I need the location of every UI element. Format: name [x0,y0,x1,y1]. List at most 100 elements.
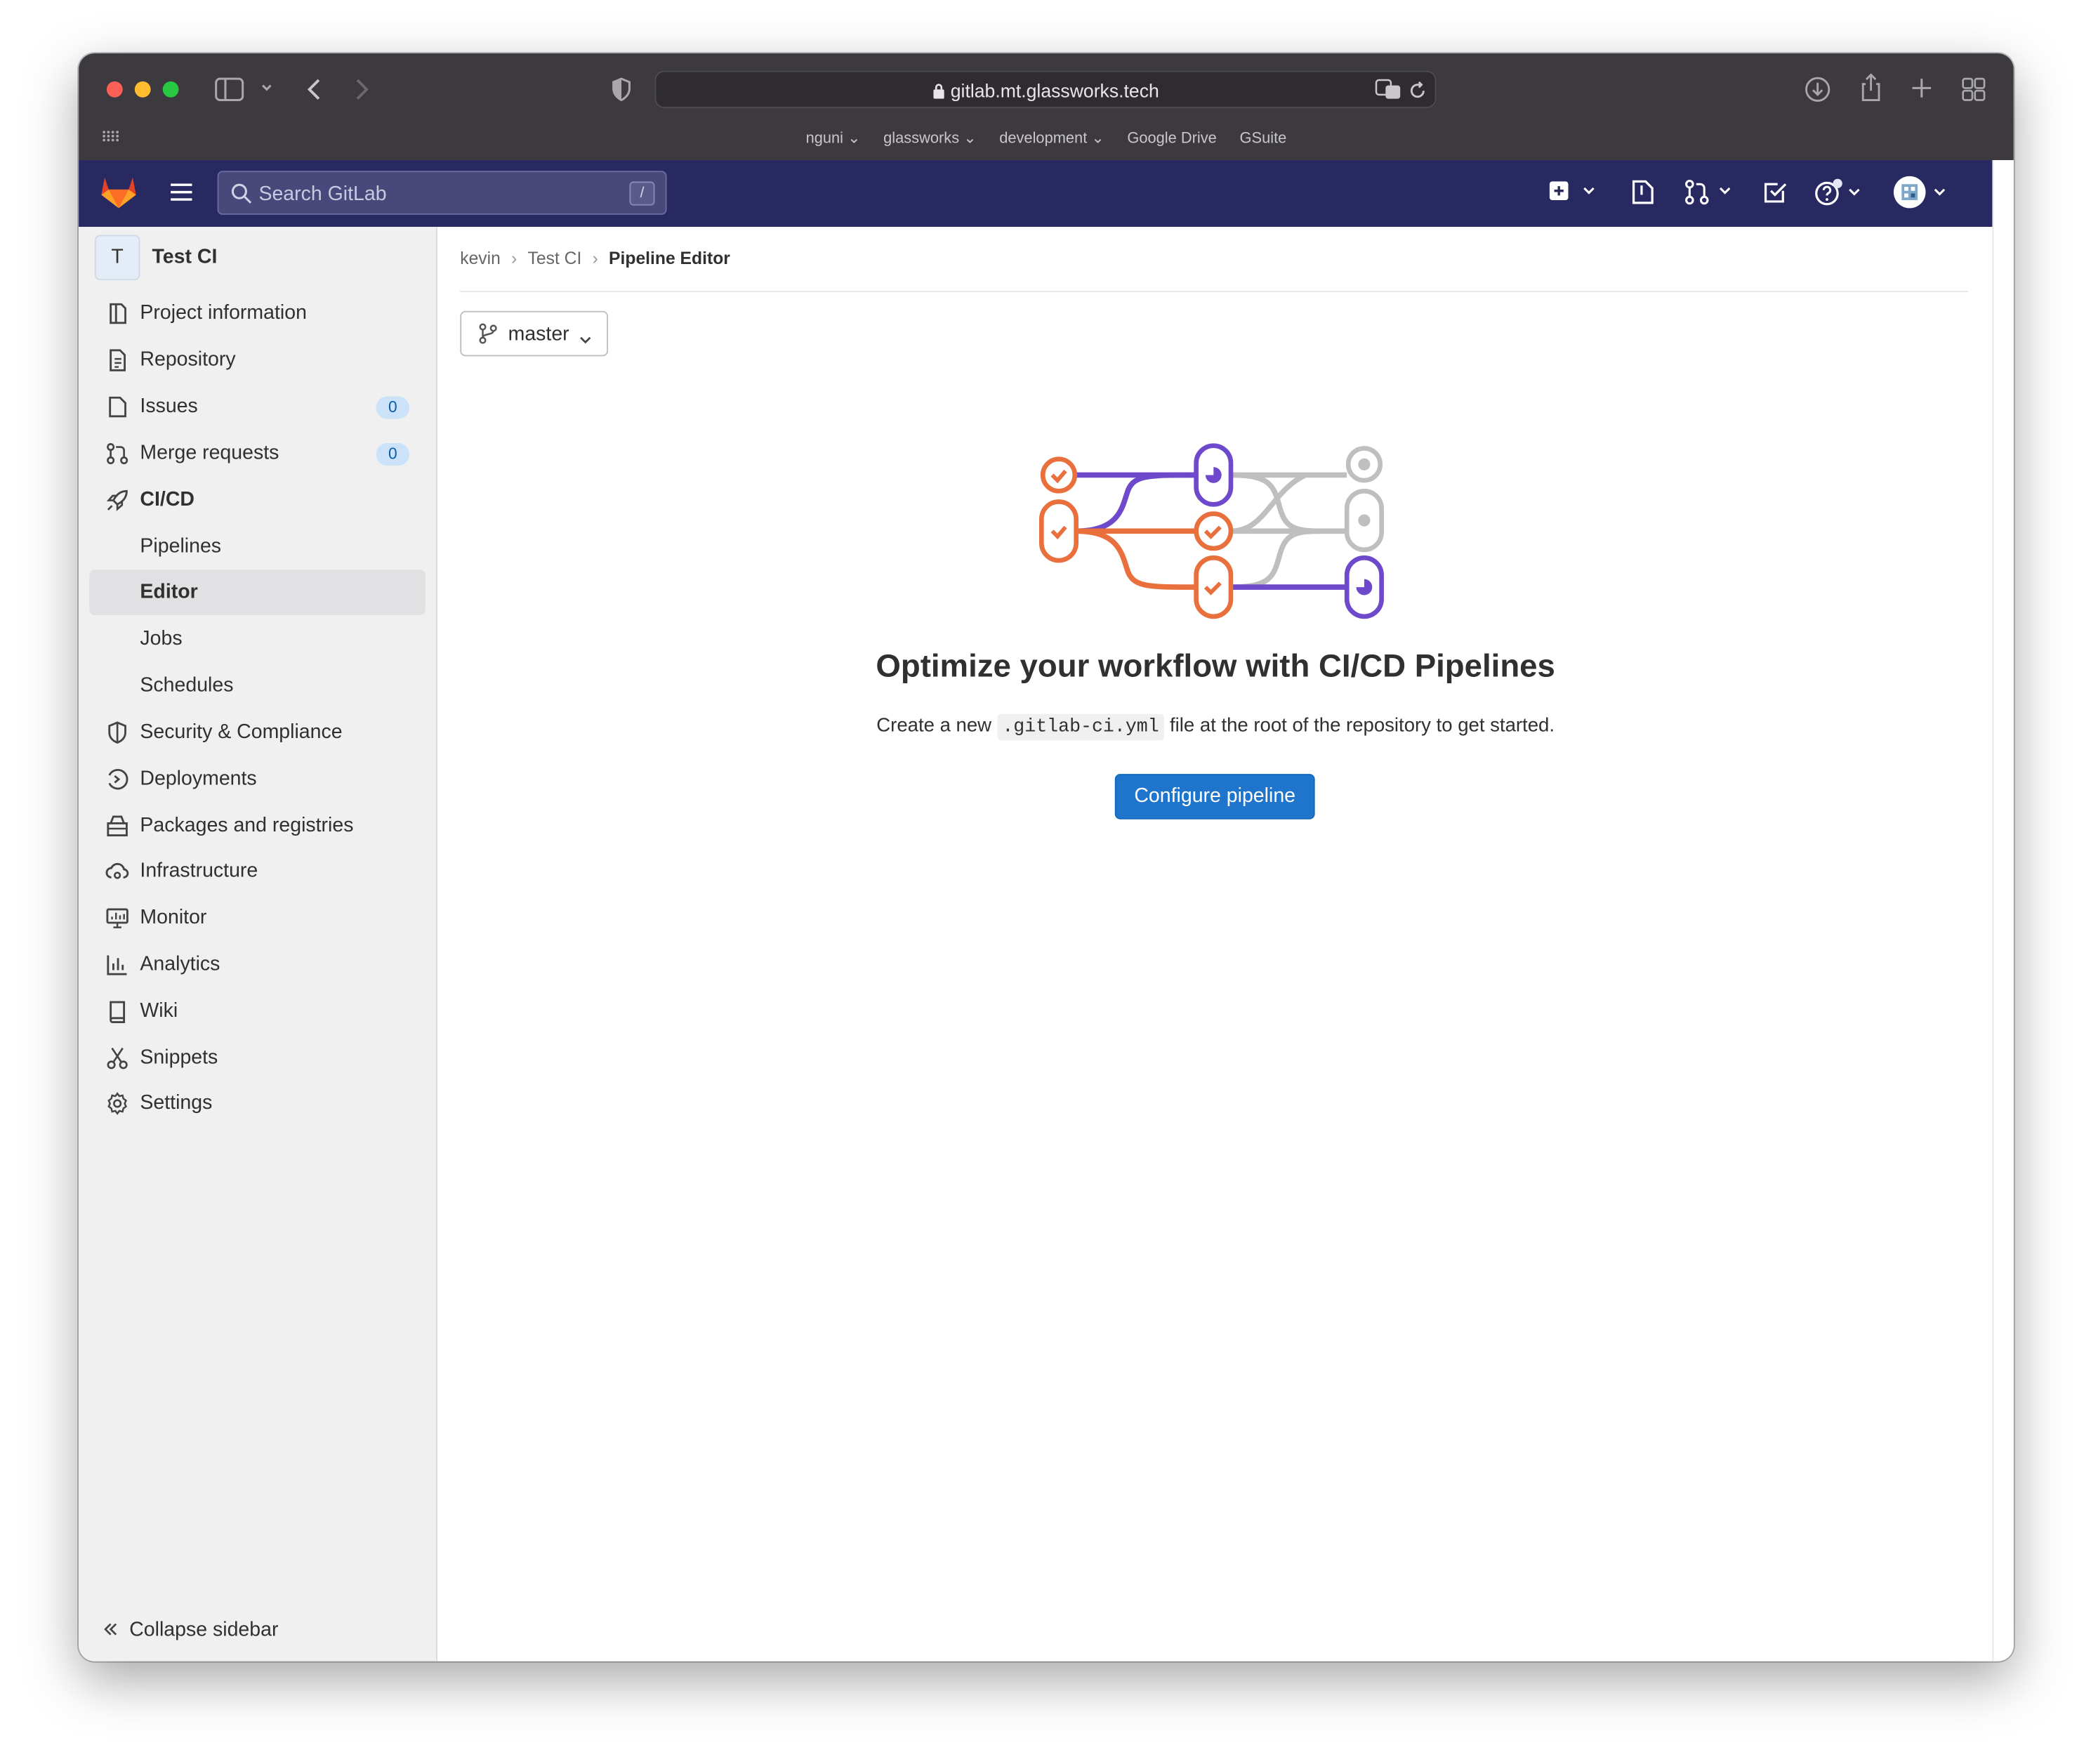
breadcrumb-item-kevin[interactable]: kevin [460,248,501,268]
sidebar-item-label: Packages and registries [140,814,354,837]
sidebar-item-label: Security & Compliance [140,720,343,744]
sidebar-item-deployments[interactable]: Deployments [89,756,426,802]
sidebar-item-snippets[interactable]: Snippets [89,1036,426,1081]
merge-requests-nav-icon[interactable] [1684,179,1735,213]
merge-request-icon [105,442,129,466]
rocket-icon [105,488,129,512]
sidebar-item-merge-requests[interactable]: Merge requests 0 [89,431,426,477]
minimize-window-button[interactable] [134,81,151,98]
breadcrumb-item-test-ci[interactable]: Test CI [528,248,582,268]
back-icon[interactable] [305,76,324,103]
empty-state-desc-before: Create a new [876,715,997,737]
chevron-down-icon [579,328,592,352]
download-icon[interactable] [1805,76,1831,103]
sidebar-item-repository[interactable]: Repository [89,338,426,383]
sidebar-item-analytics[interactable]: Analytics [89,942,426,988]
collapse-sidebar-button[interactable]: Collapse sidebar [103,1619,278,1643]
sidebar-item-schedules[interactable]: Schedules [89,663,426,709]
sidebar-item-pipelines[interactable]: Pipelines [89,525,426,570]
close-window-button[interactable] [106,81,123,98]
sidebar-item-security-compliance[interactable]: Security & Compliance [89,710,426,756]
sidebar-item-issues[interactable]: Issues 0 [89,384,426,430]
help-icon[interactable] [1814,178,1867,215]
privacy-shield-icon[interactable] [611,77,632,102]
sidebar-item-label: Settings [140,1091,213,1114]
sidebar-item-project-information[interactable]: Project information [89,291,426,336]
todo-nav-icon[interactable] [1762,179,1788,213]
sidebar-item-label: Pipelines [140,534,222,558]
configure-pipeline-button[interactable]: Configure pipeline [1114,774,1315,820]
breadcrumb: kevin › Test CI › Pipeline Editor [460,248,730,268]
sidebar-item-label: Issues [140,395,198,418]
gear-icon [105,1091,129,1115]
project-sidebar: T Test CI Project information Repository… [79,227,437,1661]
gitlab-top-nav: Search GitLab / [79,160,1993,228]
issues-icon [105,395,129,419]
chart-icon [105,953,129,977]
issues-count-badge: 0 [376,396,410,419]
sidebar-item-ci-cd[interactable]: CI/CD [89,478,426,523]
sidebar-item-label: Infrastructure [140,859,258,883]
sidebar-item-editor[interactable]: Editor [89,570,426,615]
empty-state-desc-after: file at the root of the repository to ge… [1164,715,1555,737]
gitlab-logo-icon[interactable] [100,175,137,216]
project-avatar: T [94,235,140,281]
bookmark-nguni[interactable]: nguni ⌄ [806,128,861,147]
search-placeholder: Search GitLab [258,183,387,206]
sidebar-item-infrastructure[interactable]: Infrastructure [89,849,426,895]
sidebar-item-label: CI/CD [140,488,194,511]
issues-nav-icon[interactable] [1630,179,1656,213]
new-item-icon[interactable] [1548,179,1596,213]
search-shortcut-badge: / [629,181,655,206]
share-icon[interactable] [1859,73,1883,103]
tab-overview-icon[interactable] [1962,77,1986,101]
package-icon [105,814,129,838]
bookmark-gsuite[interactable]: GSuite [1240,131,1287,147]
new-tab-icon[interactable] [1911,77,1932,98]
url-value: gitlab.mt.glassworks.tech [950,80,1159,102]
bookmark-google-drive[interactable]: Google Drive [1127,131,1216,147]
breadcrumb-separator-icon: › [592,248,598,268]
sidebar-toggle-icon[interactable] [215,77,244,102]
sidebar-item-wiki[interactable]: Wiki [89,989,426,1034]
menu-hamburger-icon[interactable] [169,183,193,208]
bookmarks-bar: nguni ⌄ glassworks ⌄ development ⌄ Googl… [79,128,2014,149]
browser-toolbar: gitlab.mt.glassworks.tech nguni ⌄ glassw… [79,53,2014,161]
sidebar-item-label: Repository [140,348,236,371]
sidebar-item-label: Analytics [140,952,220,976]
translate-icon[interactable] [1375,79,1401,107]
scissors-icon [105,1046,129,1070]
zoom-window-button[interactable] [162,81,179,98]
bookmark-development[interactable]: development ⌄ [999,128,1104,147]
sidebar-item-label: Editor [140,580,198,603]
sidebar-item-monitor[interactable]: Monitor [89,895,426,941]
document-icon [105,348,129,372]
branch-selector[interactable]: master [460,310,609,357]
sidebar-item-jobs[interactable]: Jobs [89,617,426,662]
sidebar-item-label: Deployments [140,767,257,790]
empty-state-description: Create a new .gitlab-ci.yml file at the … [439,713,1993,741]
cloud-gear-icon [105,860,129,883]
branch-icon [479,323,498,351]
sidebar-item-label: Jobs [140,627,183,650]
chevron-down-icon[interactable] [260,81,273,95]
divider [460,291,1969,293]
user-avatar[interactable] [1892,175,1951,216]
sidebar-item-packages-registries[interactable]: Packages and registries [89,803,426,849]
empty-state-title: Optimize your workflow with CI/CD Pipeli… [876,648,1555,685]
sidebar-item-label: Snippets [140,1046,218,1069]
sidebar-item-settings[interactable]: Settings [89,1081,426,1126]
project-name: Test CI [152,245,218,268]
breadcrumb-separator-icon: › [511,248,517,268]
browser-window: gitlab.mt.glassworks.tech nguni ⌄ glassw… [79,53,2014,1661]
address-bar[interactable]: gitlab.mt.glassworks.tech [654,70,1437,108]
project-header[interactable]: T Test CI [94,235,415,281]
lock-icon [932,81,945,103]
page-scrollbar[interactable] [1992,160,2014,1661]
forward-icon[interactable] [352,76,371,103]
search-input[interactable]: Search GitLab / [217,171,667,215]
breadcrumb-item-current[interactable]: Pipeline Editor [609,248,730,268]
sidebar-item-label: Monitor [140,906,207,929]
reload-icon[interactable] [1409,81,1427,107]
bookmark-glassworks[interactable]: glassworks ⌄ [883,128,976,147]
